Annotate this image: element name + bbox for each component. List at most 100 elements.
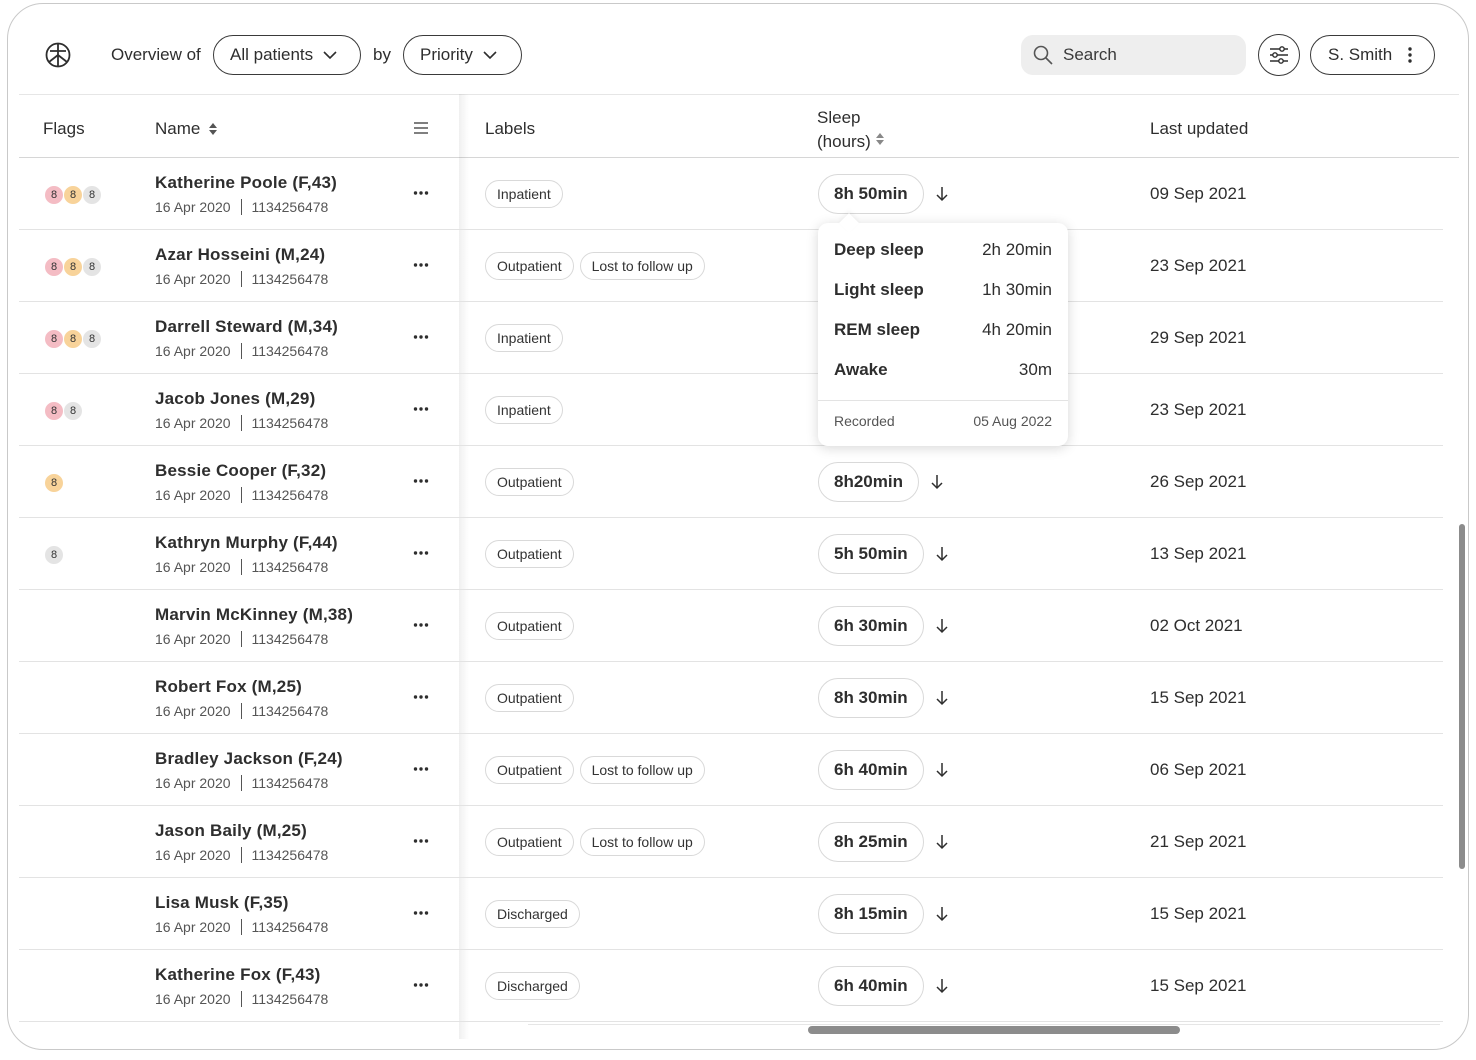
more-options-icon[interactable] [413,910,429,916]
more-options-icon[interactable] [413,766,429,772]
table-row[interactable]: 8 8 8 Katherine Poole (F,43) 16 Apr 2020 1134… [19,158,1443,230]
more-options-icon[interactable] [413,838,429,844]
patient-date: 16 Apr 2020 [155,271,231,287]
user-menu-button[interactable]: S. Smith [1310,35,1435,75]
meta-separator [240,775,242,791]
patient-name[interactable]: Bradley Jackson (F,24) [155,749,343,769]
arrow-down-icon [936,907,948,922]
search-box[interactable] [1021,35,1246,75]
sleep-value-pill[interactable]: 8h 50min [818,174,924,214]
label-tag[interactable]: Outpatient [485,252,574,280]
patient-id: 1134256478 [251,343,329,359]
patient-name[interactable]: Darrell Steward (M,34) [155,317,338,337]
table-row[interactable]: Lisa Musk (F,35) 16 Apr 2020 1134256478 Dis… [19,878,1443,950]
sleep-value-pill[interactable]: 8h 15min [818,894,924,934]
sleep-stage-row: REM sleep 4h 20min [834,320,1052,340]
patient-name[interactable]: Katherine Poole (F,43) [155,173,337,193]
patient-id: 1134256478 [251,415,329,431]
last-updated-date: 09 Sep 2021 [1150,184,1247,203]
label-tag[interactable]: Lost to follow up [579,756,705,784]
last-updated-date: 23 Sep 2021 [1150,256,1247,275]
table-row[interactable]: 8 8 8 Azar Hosseini (M,24) 16 Apr 2020 113425… [19,230,1443,302]
table-row[interactable]: Bradley Jackson (F,24) 16 Apr 2020 1134256… [19,734,1443,806]
patient-name[interactable]: Robert Fox (M,25) [155,677,302,697]
table-row[interactable]: Marvin McKinney (M,38) 16 Apr 2020 1134256… [19,590,1443,662]
patient-name[interactable]: Lisa Musk (F,35) [155,893,289,913]
label-tag[interactable]: Outpatient [485,540,574,568]
sleep-value-pill[interactable]: 8h 30min [818,678,924,718]
meta-separator [240,559,242,575]
arrow-down-icon [936,763,948,778]
arrow-down-icon [936,619,948,634]
labels-cell: Discharged [485,972,580,1000]
table-row[interactable]: 8 Bessie Cooper (F,32) 16 Apr 2020 11342564… [19,446,1443,518]
patient-date: 16 Apr 2020 [155,487,231,503]
more-options-icon[interactable] [413,694,429,700]
more-options-icon[interactable] [413,622,429,628]
horizontal-scrollbar[interactable] [808,1026,1180,1034]
patient-date: 16 Apr 2020 [155,919,231,935]
sleep-value-pill[interactable]: 6h 40min [818,966,924,1006]
last-updated-date: 21 Sep 2021 [1150,832,1247,851]
patient-name[interactable]: Jason Baily (M,25) [155,821,307,841]
table-row[interactable]: 8 8 Jacob Jones (M,29) 16 Apr 2020 113425647… [19,374,1443,446]
table-row[interactable]: Katherine Fox (F,43) 16 Apr 2020 113425647… [19,950,1443,1022]
more-options-icon[interactable] [413,478,429,484]
sleep-value-pill[interactable]: 8h20min [818,462,919,502]
sort-icon [209,123,218,135]
popover-divider [818,400,1068,401]
label-tag[interactable]: Lost to follow up [579,252,705,280]
app-logo-icon[interactable] [44,41,72,69]
label-tag[interactable]: Outpatient [485,612,574,640]
labels-cell: Outpatient Lost to follow up [485,828,705,856]
more-options-icon[interactable] [413,334,429,340]
sleep-value-pill[interactable]: 6h 40min [818,750,924,790]
more-options-icon[interactable] [413,262,429,268]
sleep-value-pill[interactable]: 8h 25min [818,822,924,862]
label-tag[interactable]: Discharged [485,900,580,928]
overview-label: Overview of [111,45,201,64]
sleep-value-pill[interactable]: 6h 30min [818,606,924,646]
more-options-icon[interactable] [413,190,429,196]
label-tag[interactable]: Inpatient [485,180,563,208]
table-row[interactable]: 8 Kathryn Murphy (F,44) 16 Apr 2020 1134256… [19,518,1443,590]
flag-badge: 8 [63,401,83,421]
last-updated-date: 26 Sep 2021 [1150,472,1247,491]
patient-name[interactable]: Azar Hosseini (M,24) [155,245,325,265]
patient-name[interactable]: Marvin McKinney (M,38) [155,605,353,625]
sort-by-dropdown[interactable]: Priority [403,35,522,75]
more-options-icon[interactable] [413,550,429,556]
patient-date: 16 Apr 2020 [155,343,231,359]
label-tag[interactable]: Outpatient [485,684,574,712]
patient-name[interactable]: Katherine Fox (F,43) [155,965,321,985]
label-tag[interactable]: Outpatient [485,828,574,856]
table-row[interactable]: 8 8 8 Darrell Steward (M,34) 16 Apr 2020 1134… [19,302,1443,374]
table-row[interactable]: Jason Baily (M,25) 16 Apr 2020 1134256478 O… [19,806,1443,878]
patient-name[interactable]: Kathryn Murphy (F,44) [155,533,338,553]
patient-name[interactable]: Jacob Jones (M,29) [155,389,315,409]
patient-id: 1134256478 [251,775,329,791]
last-updated-date: 23 Sep 2021 [1150,400,1247,419]
column-header-name[interactable]: Name [155,119,218,139]
vertical-scrollbar[interactable] [1459,524,1465,869]
label-tag[interactable]: Inpatient [485,324,563,352]
label-tag[interactable]: Outpatient [485,756,574,784]
filter-settings-button[interactable] [1258,34,1300,76]
label-tag[interactable]: Discharged [485,972,580,1000]
search-icon [1033,45,1053,65]
column-menu-icon[interactable] [413,121,429,135]
patients-filter-dropdown[interactable]: All patients [213,35,361,75]
table-row[interactable]: Robert Fox (M,25) 16 Apr 2020 1134256478 Ou… [19,662,1443,734]
sleep-stage-label: Light sleep [834,280,924,299]
by-label: by [373,45,391,64]
table-header: Flags Name Labels Sleep (hours) Last upd… [19,94,1459,158]
sleep-value-pill[interactable]: 5h 50min [818,534,924,574]
label-tag[interactable]: Outpatient [485,468,574,496]
label-tag[interactable]: Inpatient [485,396,563,424]
patient-name[interactable]: Bessie Cooper (F,32) [155,461,326,481]
more-options-icon[interactable] [413,406,429,412]
search-input[interactable] [1063,45,1223,65]
more-options-icon[interactable] [413,982,429,988]
column-header-sleep[interactable]: Sleep (hours) [817,106,884,154]
label-tag[interactable]: Lost to follow up [579,828,705,856]
